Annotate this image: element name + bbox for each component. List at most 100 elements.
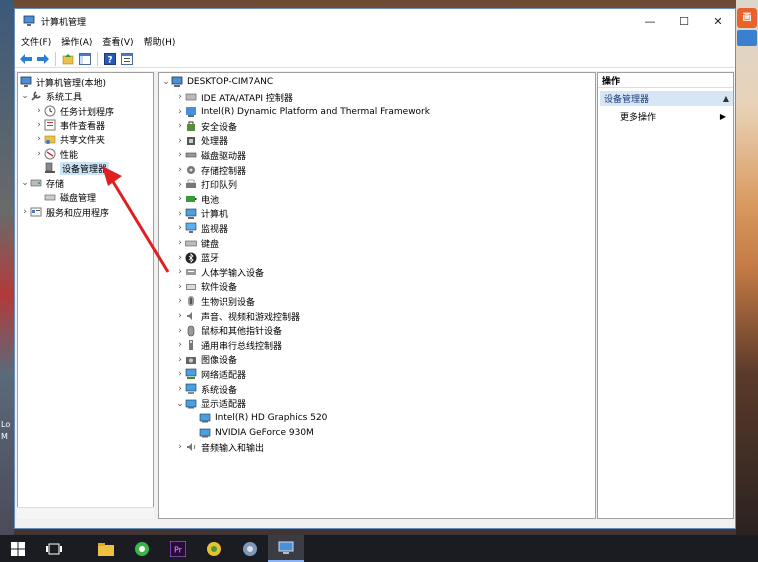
task-view-icon[interactable] — [36, 535, 72, 562]
chevron-right-icon[interactable]: › — [175, 326, 185, 336]
chevron-right-icon[interactable]: › — [175, 238, 185, 248]
chevron-right-icon[interactable]: › — [175, 92, 185, 102]
tree-node-root[interactable]: 计算机管理(本地) — [20, 75, 106, 89]
desktop-background-right: 画 — [736, 0, 758, 535]
back-arrow-icon[interactable] — [19, 52, 33, 66]
device-tree-category[interactable]: › 打印队列 — [175, 178, 237, 192]
chevron-right-icon[interactable]: › — [34, 120, 44, 130]
desktop-app-icon[interactable] — [737, 30, 757, 46]
chevron-right-icon[interactable]: › — [175, 107, 185, 117]
chevron-down-icon[interactable]: ⌄ — [20, 91, 30, 101]
chevron-right-icon[interactable]: › — [34, 106, 44, 116]
chevron-right-icon[interactable]: › — [175, 311, 185, 321]
properties-icon[interactable] — [120, 52, 134, 66]
device-tree-category[interactable]: › 网络适配器 — [175, 367, 246, 381]
device-tree-root[interactable]: ⌄ DESKTOP-CIM7ANC — [161, 75, 273, 89]
title-bar[interactable]: 计算机管理 — ☐ ✕ — [15, 9, 735, 33]
chevron-right-icon[interactable]: › — [175, 165, 185, 175]
device-tree-category[interactable]: › 蓝牙 — [175, 251, 219, 265]
chevron-right-icon[interactable]: › — [175, 194, 185, 204]
tree-node-services-apps[interactable]: › 服务和应用程序 — [20, 205, 109, 219]
tree-node-storage[interactable]: ⌄ 存储 — [20, 176, 64, 190]
device-tree-category[interactable]: › 声音、视频和游戏控制器 — [175, 309, 300, 323]
device-tree-category[interactable]: › 软件设备 — [175, 280, 237, 294]
device-tree-label: 蓝牙 — [201, 254, 220, 265]
device-tree-category[interactable]: › 音频输入和输出 — [175, 440, 264, 454]
up-folder-icon[interactable] — [61, 52, 75, 66]
device-tree-category[interactable]: › 人体学输入设备 — [175, 265, 264, 279]
device-tree-label: 处理器 — [201, 137, 229, 148]
device-tree-category[interactable]: › 监视器 — [175, 221, 228, 235]
premiere-icon[interactable]: Pr — [160, 535, 196, 562]
device-tree-child[interactable]: NVIDIA GeForce 930M — [199, 426, 314, 440]
desktop-app-icon[interactable]: 画 — [737, 8, 757, 28]
device-tree-category[interactable]: › 系统设备 — [175, 382, 237, 396]
device-tree-child[interactable]: Intel(R) HD Graphics 520 — [199, 411, 327, 425]
device-tree-category[interactable]: › 安全设备 — [175, 119, 237, 133]
chevron-right-icon[interactable]: › — [175, 340, 185, 350]
help-icon[interactable]: ? — [103, 52, 117, 66]
computer-management-taskbar-icon[interactable] — [268, 535, 304, 562]
menu-help[interactable]: 帮助(H) — [144, 35, 176, 48]
device-tree-category[interactable]: › 鼠标和其他指针设备 — [175, 324, 282, 338]
chevron-right-icon[interactable]: › — [175, 209, 185, 219]
chevron-down-icon[interactable]: ⌄ — [161, 77, 171, 87]
windows-start-icon[interactable] — [0, 535, 36, 562]
chevron-right-icon[interactable]: › — [175, 253, 185, 263]
more-actions-item[interactable]: 更多操作 ▶ — [620, 109, 730, 123]
tree-node-event-viewer[interactable]: › 事件查看器 — [34, 118, 105, 132]
collapse-triangle-icon[interactable]: ▲ — [723, 94, 729, 103]
device-tree-category[interactable]: ⌄ 显示适配器 — [175, 397, 246, 411]
chevron-right-icon[interactable]: › — [175, 223, 185, 233]
device-tree-category[interactable]: › 电池 — [175, 192, 219, 206]
chevron-right-icon[interactable]: › — [175, 282, 185, 292]
device-tree-category[interactable]: › Intel(R) Dynamic Platform and Thermal F… — [175, 105, 430, 119]
chevron-right-icon[interactable]: › — [175, 384, 185, 394]
menu-view[interactable]: 查看(V) — [102, 35, 133, 48]
show-hide-console-tree-icon[interactable] — [78, 52, 92, 66]
chevron-down-icon[interactable]: ⌄ — [175, 399, 185, 409]
minimize-button[interactable]: — — [633, 9, 667, 33]
tree-node-task-scheduler[interactable]: › 任务计划程序 — [34, 104, 114, 118]
chevron-right-icon[interactable]: › — [175, 150, 185, 160]
chevron-right-icon[interactable]: › — [175, 442, 185, 452]
menu-file[interactable]: 文件(F) — [21, 35, 51, 48]
chevron-right-icon[interactable]: › — [34, 149, 44, 159]
forward-arrow-icon[interactable] — [36, 52, 50, 66]
horizontal-scrollbar[interactable] — [17, 507, 154, 519]
device-tree-category[interactable]: › IDE ATA/ATAPI 控制器 — [175, 90, 293, 104]
maximize-button[interactable]: ☐ — [667, 9, 701, 33]
chevron-right-icon[interactable]: › — [175, 369, 185, 379]
chevron-right-icon[interactable]: › — [34, 134, 44, 144]
console-tree-pane[interactable]: 计算机管理(本地) ⌄ 系统工具 › 任务计划程序 › 事件查看器 › 共享文件… — [17, 72, 154, 519]
app-icon-network[interactable] — [232, 535, 268, 562]
chevron-right-icon[interactable]: › — [175, 121, 185, 131]
device-tree-category[interactable]: › 键盘 — [175, 236, 219, 250]
app-icon-yellow[interactable] — [196, 535, 232, 562]
tree-node-device-manager[interactable]: 设备管理器 — [44, 161, 110, 175]
chevron-right-icon[interactable]: › — [175, 267, 185, 277]
menu-action[interactable]: 操作(A) — [61, 35, 92, 48]
file-explorer-icon[interactable] — [88, 535, 124, 562]
chevron-right-icon[interactable]: › — [175, 136, 185, 146]
device-tree-category[interactable]: › 处理器 — [175, 134, 228, 148]
tree-node-shared-folders[interactable]: › 共享文件夹 — [34, 132, 105, 146]
chevron-down-icon[interactable]: ⌄ — [20, 178, 30, 188]
tree-node-system-tools[interactable]: ⌄ 系统工具 — [20, 89, 82, 103]
chevron-right-icon[interactable]: › — [175, 296, 185, 306]
chevron-right-icon[interactable]: › — [175, 180, 185, 190]
tree-node-performance[interactable]: › 性能 — [34, 147, 78, 161]
browser-icon[interactable] — [124, 535, 160, 562]
actions-section-device-manager[interactable]: 设备管理器 ▲ — [600, 91, 733, 106]
device-tree-pane[interactable]: ⌄ DESKTOP-CIM7ANC › IDE ATA/ATAPI 控制器 › Int… — [158, 72, 596, 519]
device-tree-category[interactable]: › 磁盘驱动器 — [175, 148, 246, 162]
chevron-right-icon[interactable]: › — [175, 355, 185, 365]
device-tree-category[interactable]: › 计算机 — [175, 207, 228, 221]
close-button[interactable]: ✕ — [701, 9, 735, 33]
tree-node-disk-management[interactable]: 磁盘管理 — [44, 190, 96, 204]
device-tree-category[interactable]: › 存储控制器 — [175, 163, 246, 177]
device-tree-category[interactable]: › 图像设备 — [175, 353, 237, 367]
device-tree-category[interactable]: › 通用串行总线控制器 — [175, 338, 282, 352]
device-tree-category[interactable]: › 生物识别设备 — [175, 294, 255, 308]
chevron-right-icon[interactable]: › — [20, 207, 30, 217]
